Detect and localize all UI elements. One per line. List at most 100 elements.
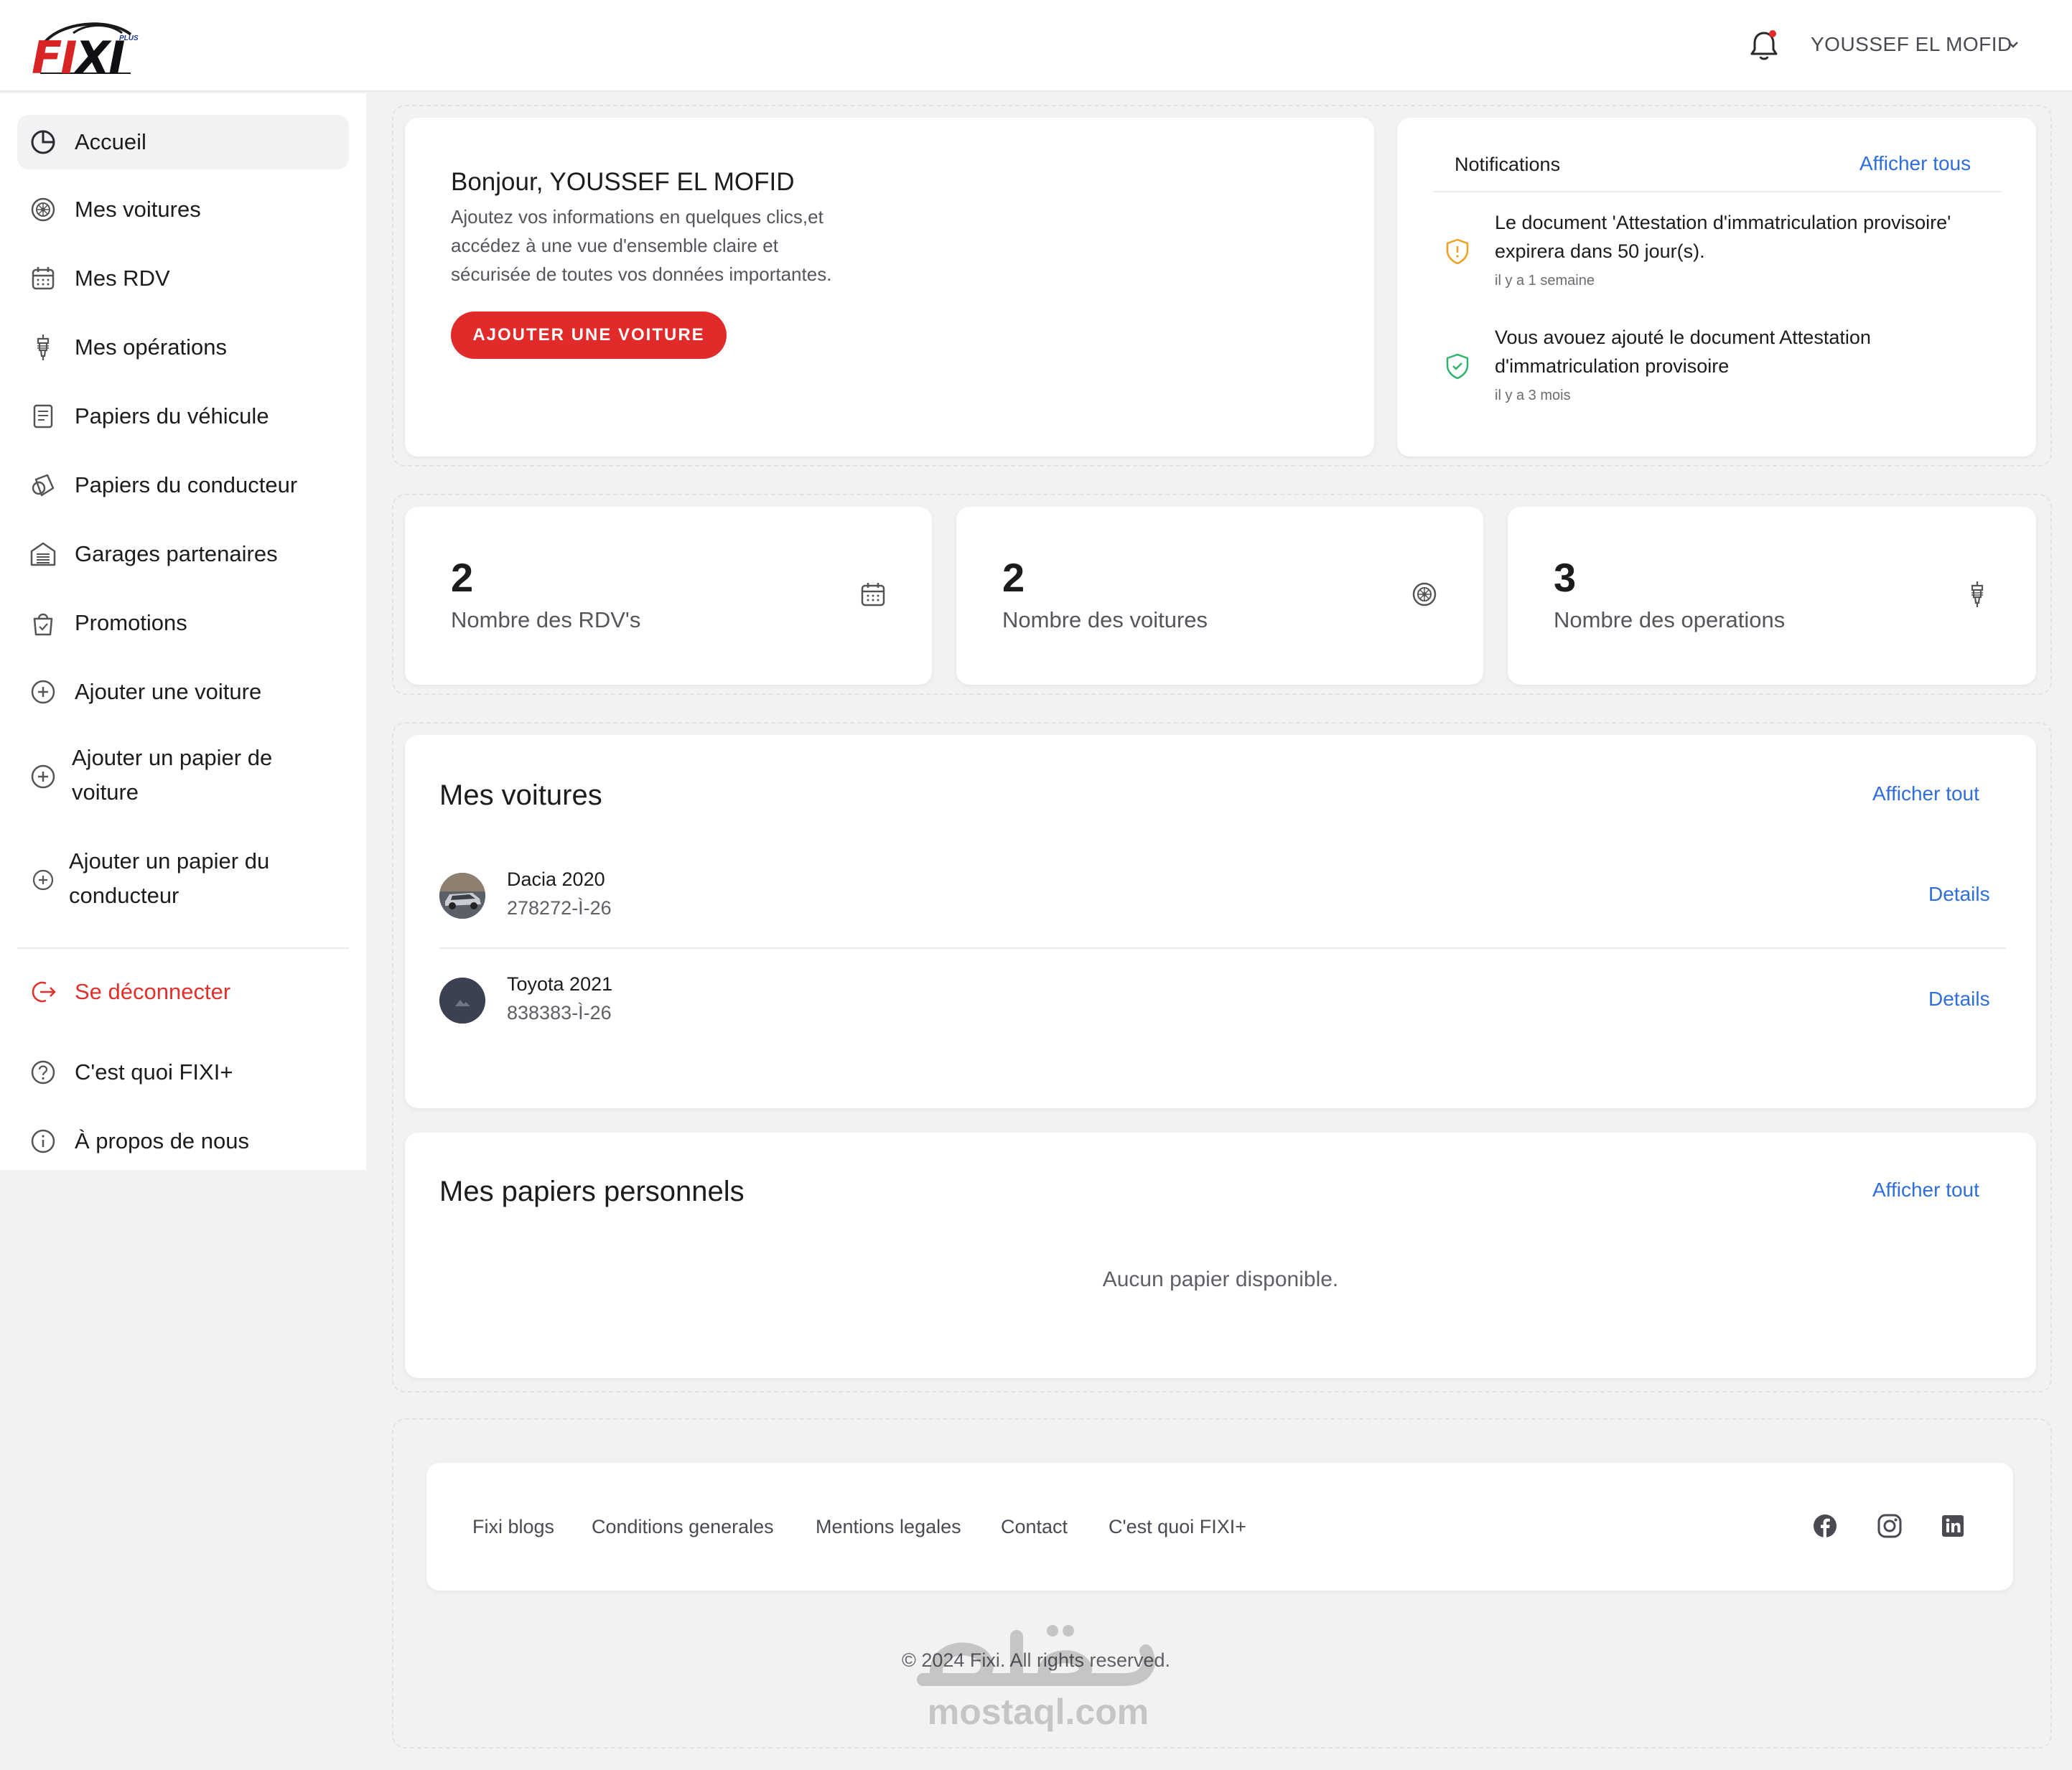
sidebar-item-label: Ajouter une voiture bbox=[75, 679, 262, 704]
footer-link-conditions[interactable]: Conditions generales bbox=[592, 1516, 774, 1538]
sidebar-item-label: Promotions bbox=[75, 610, 187, 635]
car-photo-icon bbox=[439, 873, 485, 919]
sidebar-item-promotions[interactable]: Promotions bbox=[17, 596, 349, 650]
logout-label: Se déconnecter bbox=[75, 979, 231, 1004]
cars-card: Mes voitures Afficher tout Dacia 2020 27… bbox=[405, 735, 2036, 1108]
notifications-title: Notifications bbox=[1455, 154, 1561, 175]
sidebar-item-papiers-vehicule[interactable]: Papiers du véhicule bbox=[17, 389, 349, 444]
car-name: Toyota 2021 bbox=[507, 973, 613, 995]
papers-show-all-link[interactable]: Afficher tout bbox=[1872, 1179, 1979, 1202]
welcome-description: Ajoutez vos informations en quelques cli… bbox=[451, 202, 882, 289]
car-details-link[interactable]: Details bbox=[1928, 988, 1990, 1011]
plus-circle-icon bbox=[31, 680, 55, 704]
sidebar-item-label: Mes RDV bbox=[75, 266, 170, 291]
sidebar-item-label-line1: Ajouter un papier de bbox=[72, 745, 273, 770]
papers-title: Mes papiers personnels bbox=[439, 1176, 745, 1207]
bell-icon[interactable] bbox=[1746, 27, 1782, 63]
shield-check-icon bbox=[1446, 353, 1469, 380]
stat-value: 3 bbox=[1554, 555, 1577, 600]
garage-icon bbox=[30, 542, 56, 566]
calendar-icon bbox=[861, 583, 885, 607]
cars-title: Mes voitures bbox=[439, 779, 602, 811]
top-bar: FIXI PLUS YOUSSEF EL MOFID bbox=[0, 0, 2072, 92]
stat-value: 2 bbox=[1002, 555, 1025, 600]
sidebar-item-ajouter-papier-voiture[interactable]: Ajouter un papier de voiture bbox=[17, 736, 349, 815]
sidebar-item-label: Papiers du conducteur bbox=[75, 472, 298, 497]
notifications-show-all-link[interactable]: Afficher tous bbox=[1859, 152, 1971, 175]
sidebar-item-ajouter-papier-conducteur[interactable]: Ajouter un papier du conducteur bbox=[17, 840, 349, 919]
facebook-icon[interactable] bbox=[1812, 1513, 1838, 1539]
car-details-link[interactable]: Details bbox=[1928, 883, 1990, 906]
notification-message: Vous avouez ajouté le document Attestati… bbox=[1495, 323, 1997, 380]
sidebar-item-label: Mes opérations bbox=[75, 334, 227, 360]
welcome-card: Bonjour, YOUSSEF EL MOFID Ajoutez vos in… bbox=[405, 118, 1374, 456]
notifications-divider bbox=[1433, 191, 2002, 192]
welcome-line: Ajoutez vos informations en quelques cli… bbox=[451, 206, 823, 228]
stat-card-rdv[interactable]: 2 Nombre des RDV's bbox=[405, 507, 932, 685]
welcome-line: accédez à une vue d'ensemble claire et bbox=[451, 235, 778, 256]
footer-link-about-fixi[interactable]: C'est quoi FIXI+ bbox=[1109, 1516, 1246, 1538]
sidebar-item-mes-rdv[interactable]: Mes RDV bbox=[17, 251, 349, 306]
watermark-text: mostaql.com bbox=[927, 1692, 1149, 1732]
car-avatar[interactable] bbox=[439, 978, 485, 1024]
logout-button[interactable]: Se déconnecter bbox=[17, 965, 349, 1019]
linkedin-icon[interactable] bbox=[1940, 1513, 1966, 1539]
document-icon bbox=[33, 404, 53, 429]
notification-line: d'immatriculation provisoire bbox=[1495, 355, 1730, 377]
notification-message: Le document 'Attestation d'immatriculati… bbox=[1495, 208, 1997, 266]
image-placeholder-icon bbox=[439, 978, 485, 1024]
sidebar-item-papiers-conducteur[interactable]: Papiers du conducteur bbox=[17, 458, 349, 512]
logout-icon bbox=[32, 981, 56, 1003]
papers-card: Mes papiers personnels Afficher tout Auc… bbox=[405, 1133, 2036, 1378]
stat-value: 2 bbox=[451, 555, 474, 600]
car-name: Dacia 2020 bbox=[507, 868, 605, 890]
row-divider bbox=[439, 947, 2006, 949]
cars-show-all-link[interactable]: Afficher tout bbox=[1872, 782, 1979, 805]
sidebar-item-mes-operations[interactable]: Mes opérations bbox=[17, 320, 349, 375]
mostaql-watermark: mostaql.com bbox=[909, 1615, 1167, 1737]
license-icon bbox=[32, 474, 55, 497]
sidebar-item-ajouter-voiture[interactable]: Ajouter une voiture bbox=[17, 665, 349, 719]
add-car-button[interactable]: AJOUTER UNE VOITURE bbox=[451, 312, 727, 359]
notification-line: Le document 'Attestation d'immatriculati… bbox=[1495, 212, 1951, 233]
chevron-down-icon[interactable] bbox=[2006, 37, 2020, 52]
spark-plug-icon bbox=[37, 334, 50, 360]
sidebar-item-label: À propos de nous bbox=[75, 1128, 250, 1153]
welcome-line: sécurisée de toutes vos données importan… bbox=[451, 263, 832, 285]
sidebar-item-label: Papiers du véhicule bbox=[75, 403, 269, 429]
stat-label: Nombre des RDV's bbox=[451, 607, 641, 632]
fixi-logo[interactable]: FIXI PLUS bbox=[30, 16, 145, 84]
shield-warning-icon bbox=[1446, 238, 1469, 265]
sidebar-item-accueil[interactable]: Accueil bbox=[17, 115, 349, 169]
sidebar-item-label: Garages partenaires bbox=[75, 541, 278, 566]
footer-link-blogs[interactable]: Fixi blogs bbox=[472, 1516, 554, 1538]
logo-wordmark: FIXI bbox=[32, 32, 125, 84]
footer-link-contact[interactable]: Contact bbox=[1001, 1516, 1068, 1538]
sidebar-item-mes-voitures[interactable]: Mes voitures bbox=[17, 182, 349, 237]
car-avatar[interactable] bbox=[439, 873, 485, 919]
wheel-icon bbox=[31, 197, 55, 222]
notification-time: il y a 3 mois bbox=[1495, 388, 1571, 403]
plus-circle-icon bbox=[32, 869, 54, 891]
stat-label: Nombre des operations bbox=[1554, 607, 1786, 632]
sidebar-item-about-fixi[interactable]: C'est quoi FIXI+ bbox=[17, 1045, 349, 1100]
question-circle-icon bbox=[31, 1060, 55, 1085]
promo-bag-icon bbox=[33, 613, 53, 636]
sidebar-divider bbox=[17, 947, 349, 949]
sidebar-item-label-line2: voiture bbox=[72, 779, 139, 805]
footer-link-mentions[interactable]: Mentions legales bbox=[816, 1516, 961, 1538]
instagram-icon[interactable] bbox=[1877, 1513, 1903, 1539]
user-menu-name[interactable]: YOUSSEF EL MOFID bbox=[1811, 33, 2012, 56]
sidebar-item-garages[interactable]: Garages partenaires bbox=[17, 527, 349, 581]
notification-line: expirera dans 50 jour(s). bbox=[1495, 240, 1705, 262]
notification-line: Vous avouez ajouté le document Attestati… bbox=[1495, 327, 1871, 348]
stat-card-cars[interactable]: 2 Nombre des voitures bbox=[956, 507, 1483, 685]
stat-card-operations[interactable]: 3 Nombre des operations bbox=[1508, 507, 2036, 685]
sidebar: Accueil Mes voitures Mes RDV Mes opérati… bbox=[0, 93, 366, 1170]
plus-circle-icon bbox=[31, 764, 55, 789]
pie-chart-icon bbox=[31, 130, 55, 154]
spark-plug-icon bbox=[1971, 581, 1984, 607]
car-plate: 278272-Ì-26 bbox=[507, 897, 612, 919]
sidebar-item-about-us[interactable]: À propos de nous bbox=[17, 1114, 349, 1169]
papers-empty-state: Aucun papier disponible. bbox=[1102, 1268, 1339, 1291]
